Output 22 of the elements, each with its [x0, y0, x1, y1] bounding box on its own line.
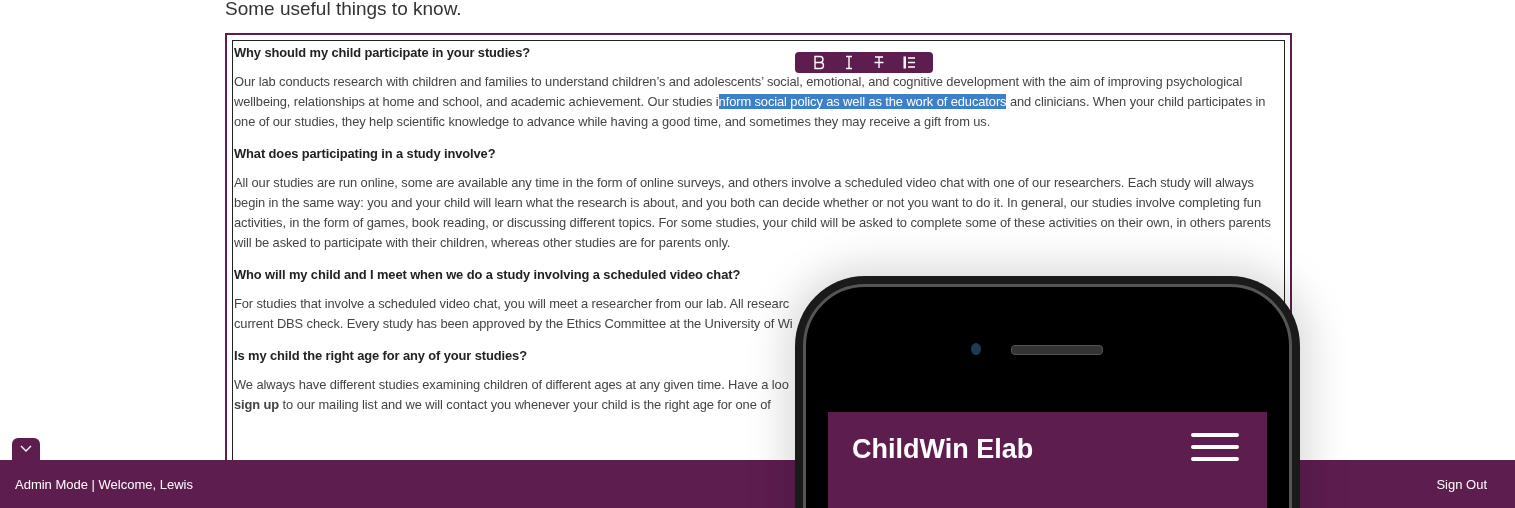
answer-text: sign up to our mailing list and we will contact you whenever your child is the right age for one of	[234, 396, 771, 414]
list-icon	[902, 55, 916, 70]
chevron-down-icon	[20, 445, 32, 453]
answer-text: current DBS check. Every study has been approved by the Ethics Committee at the University of Wi	[234, 315, 793, 333]
admin-status: Admin Mode | Welcome, Lewis	[15, 476, 193, 492]
sign-out-link[interactable]: Sign Out	[1436, 472, 1487, 496]
answer-text: All our studies are run online, some are available any time in the form of online surveys, and others involve a scheduled video chat with one of our researchers. Each study will always begin in the same way: you and your child will learn what the research is about, and you both can decide whether or not you want to do it. In general, our studies involve completing fun activities, in the form of games, book reading, or discussing different topics. For some studies, your child will be asked to complete some of these activities on their own, in others parents will be asked to participate with their children, whereas other studies are for parents only.	[234, 174, 1272, 252]
answer-text: We always have different studies examining children of different ages at any given time. Have a loo	[234, 376, 789, 394]
question-heading: Why should my child participate in your studies?	[234, 44, 531, 62]
camera-icon	[971, 343, 981, 355]
question-heading: Who will my child and I meet when we do a study involving a scheduled video chat?	[234, 266, 741, 284]
menu-button[interactable]	[1191, 432, 1239, 462]
bold-icon	[812, 55, 826, 70]
collapse-button[interactable]	[12, 438, 40, 460]
question-heading: Is my child the right age for any of your studies?	[234, 347, 527, 365]
answer-text: For studies that involve a scheduled video chat, you will meet a researcher from our lab. All researc	[234, 295, 790, 313]
question-heading: What does participating in a study involve?	[234, 145, 496, 163]
page-heading: Some useful things to know.	[225, 0, 463, 21]
answer-text: Our lab conducts research with children and families to understand children’s and adolescents’ social, emotional, and cognitive development with the aim of improving psychological wellbeing, relationships at home and school, and academic achievement. Our studies inform social policy as well as the work of educators and clinicians. When your child participates in one of our studies, they help scientific knowledge to advance while having a good time, and sometimes they may receive a gift from us.	[234, 73, 1267, 131]
site-title: ChildWin Elab	[852, 434, 1034, 465]
menu-icon	[1191, 432, 1239, 462]
strikethrough-icon	[872, 55, 886, 70]
